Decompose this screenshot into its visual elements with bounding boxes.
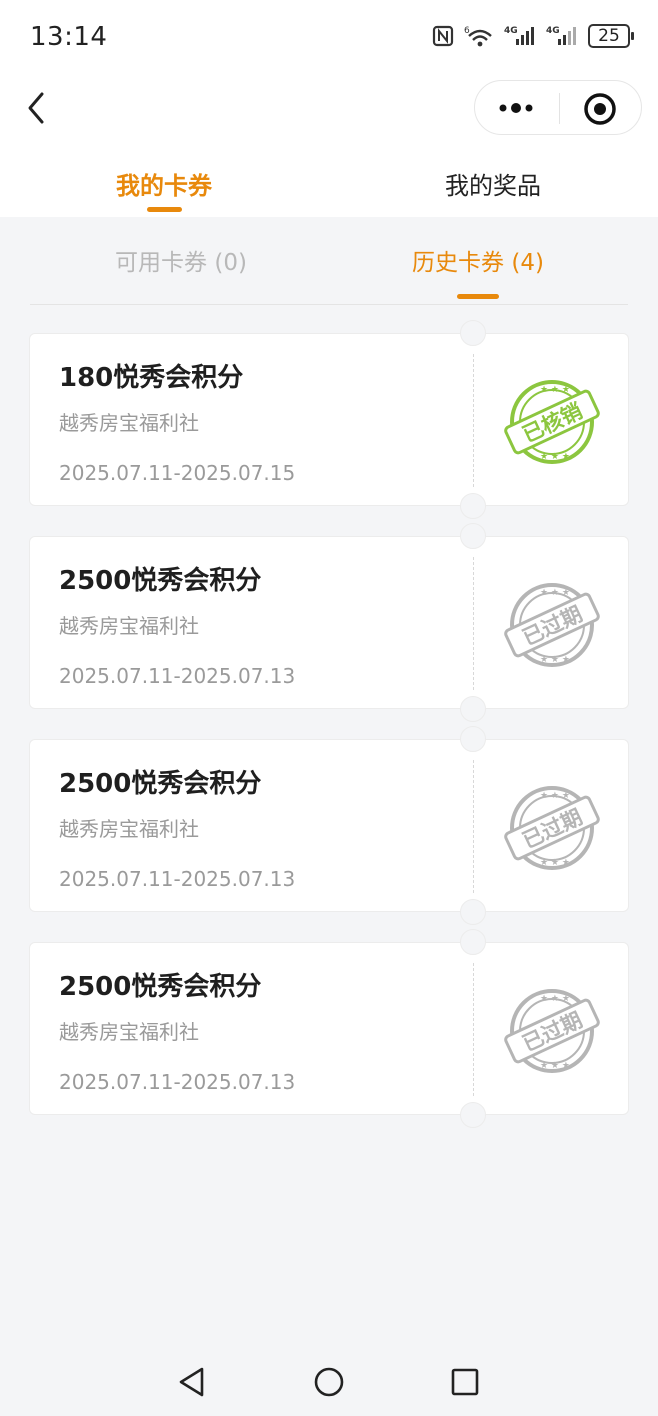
svg-text:★ ★ ★: ★ ★ ★ (540, 385, 570, 395)
signal-icon: 4G (546, 26, 576, 45)
expired-stamp-icon: ★ ★ ★ ★ ★ ★ 已过期 (504, 583, 600, 667)
coupon-validity: 2025.07.11-2025.07.13 (59, 1070, 296, 1094)
tab-history-coupons[interactable]: 历史卡券 (4) (412, 243, 544, 277)
redeemed-stamp-icon: ★ ★ ★ ★ ★ ★ 已核销 (504, 380, 600, 464)
svg-text:★ ★ ★: ★ ★ ★ (540, 791, 570, 801)
svg-text:★ ★ ★: ★ ★ ★ (540, 994, 570, 1004)
tab-my-prizes[interactable]: 我的奖品 (445, 166, 541, 201)
target-icon (584, 93, 616, 125)
card-perforation (473, 557, 474, 690)
more-button[interactable] (497, 95, 537, 121)
chevron-left-icon (28, 92, 44, 124)
sub-tab-divider (30, 304, 628, 305)
network-label: 4G (546, 26, 560, 36)
close-miniprogram-button[interactable] (583, 92, 617, 126)
coupon-merchant: 越秀房宝福利社 (59, 1020, 199, 1044)
coupon-card[interactable]: 180悦秀会积分 越秀房宝福利社 2025.07.11-2025.07.15 ★… (29, 320, 629, 519)
card-perforation (473, 963, 474, 1096)
expired-stamp-icon: ★ ★ ★ ★ ★ ★ 已过期 (504, 786, 600, 870)
main-tab-indicator (147, 207, 182, 212)
expired-stamp-icon: ★ ★ ★ ★ ★ ★ 已过期 (504, 989, 600, 1073)
card-perforation (473, 760, 474, 893)
coupon-card[interactable]: 2500悦秀会积分 越秀房宝福利社 2025.07.11-2025.07.13 … (29, 523, 629, 722)
more-dots-icon (499, 103, 533, 113)
battery-icon: 25 (588, 24, 634, 48)
svg-text:★ ★ ★: ★ ★ ★ (540, 452, 570, 462)
card-perforation (473, 354, 474, 487)
miniprogram-capsule (474, 80, 642, 135)
card-notch (460, 929, 486, 955)
back-triangle-icon[interactable] (174, 1364, 210, 1400)
tab-available-coupons[interactable]: 可用卡券 (0) (115, 243, 247, 277)
svg-text:★ ★ ★: ★ ★ ★ (540, 858, 570, 868)
svg-text:★ ★ ★: ★ ★ ★ (540, 588, 570, 598)
back-button[interactable] (22, 88, 52, 128)
coupon-validity: 2025.07.11-2025.07.15 (59, 461, 296, 485)
tab-my-coupons[interactable]: 我的卡券 (116, 166, 212, 201)
card-notch (460, 1102, 486, 1128)
coupon-title: 2500悦秀会积分 (59, 972, 262, 1002)
svg-text:★ ★ ★: ★ ★ ★ (540, 655, 570, 665)
card-notch (460, 320, 486, 346)
card-notch (460, 696, 486, 722)
coupon-card[interactable]: 2500悦秀会积分 越秀房宝福利社 2025.07.11-2025.07.13 … (29, 726, 629, 925)
status-time: 13:14 (30, 22, 108, 52)
coupon-title: 180悦秀会积分 (59, 363, 244, 393)
sub-tab-indicator (457, 294, 499, 299)
card-notch (460, 523, 486, 549)
signal-icon: 4G (504, 26, 534, 45)
status-icons: 6 4G 4G 25 (432, 24, 634, 48)
coupon-title: 2500悦秀会积分 (59, 566, 262, 596)
wifi-icon: 6 (464, 26, 492, 47)
recents-square-icon[interactable] (447, 1364, 483, 1400)
capsule-divider (559, 93, 560, 124)
coupon-validity: 2025.07.11-2025.07.13 (59, 664, 296, 688)
svg-text:★ ★ ★: ★ ★ ★ (540, 1061, 570, 1071)
coupon-title: 2500悦秀会积分 (59, 769, 262, 799)
card-notch (460, 493, 486, 519)
coupon-card[interactable]: 2500悦秀会积分 越秀房宝福利社 2025.07.11-2025.07.13 … (29, 929, 629, 1128)
coupon-validity: 2025.07.11-2025.07.13 (59, 867, 296, 891)
nfc-icon (432, 25, 454, 47)
coupon-merchant: 越秀房宝福利社 (59, 817, 199, 841)
card-notch (460, 726, 486, 752)
card-notch (460, 899, 486, 925)
coupon-merchant: 越秀房宝福利社 (59, 411, 199, 435)
network-label: 4G (504, 26, 518, 36)
coupon-merchant: 越秀房宝福利社 (59, 614, 199, 638)
home-circle-icon[interactable] (311, 1364, 347, 1400)
